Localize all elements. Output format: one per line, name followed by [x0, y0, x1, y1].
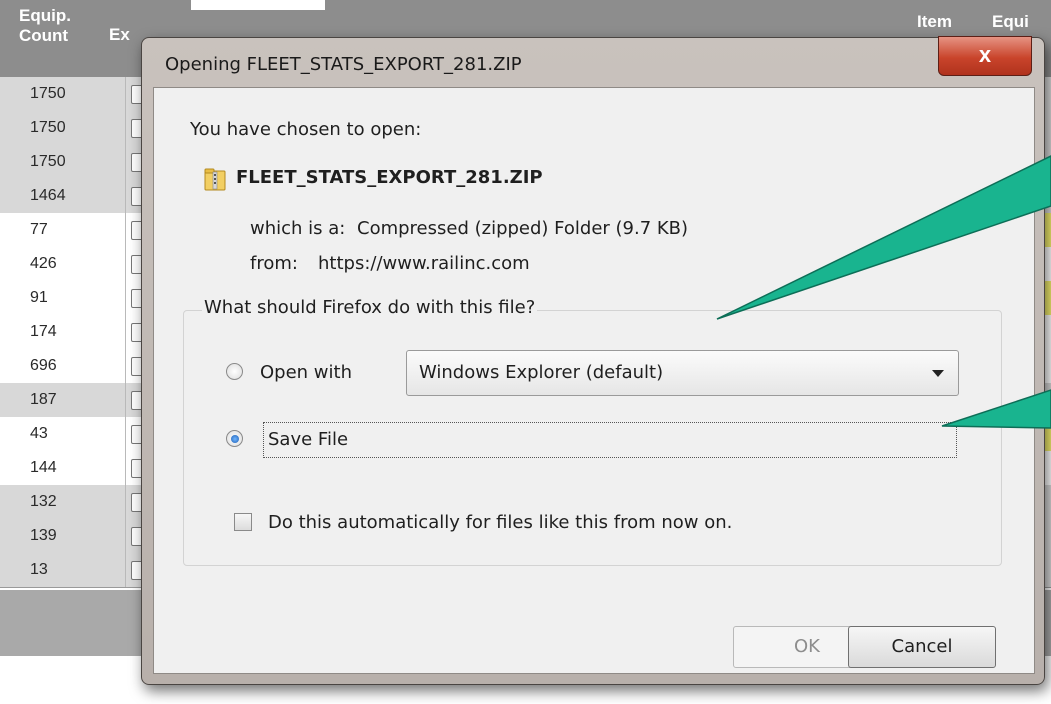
- auto-label[interactable]: Do this automatically for files like thi…: [268, 512, 732, 533]
- equip-count-cell: 1750: [0, 145, 126, 179]
- equip-count-cell: 144: [0, 451, 126, 485]
- export-checkbox-cell[interactable]: [127, 417, 143, 451]
- equip-count-cell: 426: [0, 247, 126, 281]
- save-file-radio[interactable]: [226, 430, 243, 447]
- dialog-title: Opening FLEET_STATS_EXPORT_281.ZIP: [165, 54, 522, 75]
- close-button[interactable]: x: [938, 36, 1032, 76]
- equip-count-cell: 1750: [0, 77, 126, 111]
- download-dialog: Opening FLEET_STATS_EXPORT_281.ZIP x You…: [141, 36, 1045, 685]
- export-checkbox-cell[interactable]: [127, 281, 143, 315]
- equip-count-cell: 13: [0, 553, 126, 587]
- action-group-label: What should Firefox do with this file?: [202, 297, 538, 318]
- equip-count-cell: 77: [0, 213, 126, 247]
- chosen-label: You have chosen to open:: [190, 119, 422, 140]
- dialog-titlebar[interactable]: Opening FLEET_STATS_EXPORT_281.ZIP x: [142, 36, 1044, 88]
- open-with-label[interactable]: Open with: [260, 362, 352, 383]
- open-with-select[interactable]: Windows Explorer (default): [406, 350, 959, 396]
- equip-count-cell: 132: [0, 485, 126, 519]
- cancel-button[interactable]: Cancel: [848, 626, 996, 668]
- equip-count-cell: 91: [0, 281, 126, 315]
- export-checkbox-cell[interactable]: [127, 77, 143, 111]
- export-checkbox-cell[interactable]: [127, 553, 143, 587]
- file-name: FLEET_STATS_EXPORT_281.ZIP: [236, 167, 543, 188]
- export-checkbox-cell[interactable]: [127, 213, 143, 247]
- export-checkbox-cell[interactable]: [127, 145, 143, 179]
- header-gap: [191, 0, 325, 10]
- radio-selected-dot: [231, 435, 239, 443]
- which-is-label: which is a:: [250, 218, 346, 239]
- dialog-body: You have chosen to open: FLEET_STATS_EXP…: [153, 87, 1035, 674]
- equip-count-cell: 139: [0, 519, 126, 553]
- equip-count-cell: 696: [0, 349, 126, 383]
- zip-folder-icon: [204, 168, 226, 191]
- export-checkbox-cell[interactable]: [127, 179, 143, 213]
- chevron-down-icon: [932, 370, 944, 377]
- auto-checkbox[interactable]: [234, 513, 252, 531]
- open-with-value: Windows Explorer (default): [419, 362, 664, 383]
- equip-count-cell: 1464: [0, 179, 126, 213]
- from-label: from:: [250, 253, 298, 274]
- save-file-label[interactable]: Save File: [268, 429, 348, 450]
- export-checkbox-cell[interactable]: [127, 111, 143, 145]
- equip-count-cell: 1750: [0, 111, 126, 145]
- export-checkbox-cell[interactable]: [127, 519, 143, 553]
- export-checkbox-cell[interactable]: [127, 349, 143, 383]
- file-type: Compressed (zipped) Folder (9.7 KB): [357, 218, 689, 239]
- open-with-radio[interactable]: [226, 363, 243, 380]
- export-checkbox-cell[interactable]: [127, 315, 143, 349]
- equip-count-cell: 174: [0, 315, 126, 349]
- source-url: https://www.railinc.com: [318, 253, 530, 274]
- header-exp-partial[interactable]: Ex: [109, 25, 130, 45]
- header-item[interactable]: Item: [917, 12, 952, 32]
- export-checkbox-cell[interactable]: [127, 247, 143, 281]
- export-checkbox-cell[interactable]: [127, 383, 143, 417]
- equip-count-cell: 43: [0, 417, 126, 451]
- export-checkbox-cell[interactable]: [127, 485, 143, 519]
- header-equip-count[interactable]: Equip. Count: [19, 6, 71, 46]
- export-checkbox-cell[interactable]: [127, 451, 143, 485]
- header-equip-partial[interactable]: Equi: [992, 12, 1029, 32]
- equip-count-cell: 187: [0, 383, 126, 417]
- save-file-focus-ring: [263, 422, 957, 458]
